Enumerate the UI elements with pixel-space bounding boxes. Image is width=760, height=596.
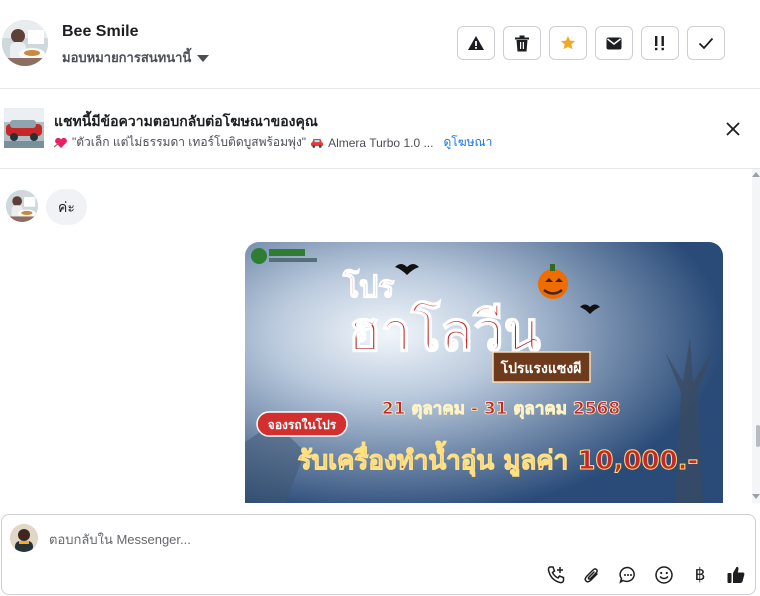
ad-thumbnail[interactable]	[4, 108, 44, 148]
conversation-header: Bee Smile มอบหมายการสนทนานี้	[0, 0, 760, 89]
call-add-icon[interactable]	[544, 563, 568, 587]
priority-icon	[655, 36, 664, 51]
promo-date-range: 21 ตุลาคม - 31 ตุลาคม 2568	[382, 399, 620, 419]
emoji-icon[interactable]	[652, 563, 676, 587]
saved-reply-icon[interactable]	[616, 563, 640, 587]
message-thread[interactable]: ค่ะ โปร ฮาโลวีน โปรแรงแซงผี 21 ตุลาคม - …	[0, 169, 752, 503]
contact-name[interactable]: Bee Smile	[62, 23, 138, 41]
delete-button[interactable]	[503, 26, 541, 60]
ad-reply-title: แชทนี้มีข้อความตอบกลับต่อโฆษณาของคุณ	[54, 113, 318, 129]
header-actions	[457, 26, 725, 60]
warning-icon	[468, 36, 484, 50]
view-ad-link[interactable]: ดูโฆษณา	[443, 133, 492, 152]
report-button[interactable]	[457, 26, 495, 60]
close-icon[interactable]	[724, 120, 742, 138]
promo-image-message[interactable]: โปร ฮาโลวีน โปรแรงแซงผี 21 ตุลาคม - 31 ต…	[245, 242, 723, 503]
promo-badge: โปรแรงแซงผี	[500, 359, 582, 377]
heart-arrow-icon	[54, 137, 67, 148]
like-icon[interactable]	[724, 563, 748, 587]
promo-offer: รับเครื่องทำน้ำอุ่น มูลค่า 10,000.-	[298, 440, 699, 477]
composer-toolbar: ฿	[544, 563, 748, 587]
trash-icon	[515, 35, 529, 51]
contact-avatar[interactable]	[2, 20, 48, 66]
baht-icon[interactable]: ฿	[688, 563, 712, 587]
mark-done-button[interactable]	[687, 26, 725, 60]
assign-conversation-dropdown[interactable]: มอบหมายการสนทนานี้	[62, 47, 210, 68]
scroll-down-arrow-icon[interactable]	[752, 494, 760, 499]
caret-down-icon	[197, 54, 210, 62]
star-button[interactable]	[549, 26, 587, 60]
thread-scrollbar[interactable]	[752, 169, 760, 503]
priority-button[interactable]	[641, 26, 679, 60]
car-icon	[311, 139, 324, 148]
sender-avatar[interactable]	[6, 190, 38, 222]
scrollbar-thumb[interactable]	[756, 425, 760, 447]
ad-reply-text: "ตัวเล็ก แต่ไม่ธรรมดา เทอร์โบติดบูสพร้อม…	[54, 133, 492, 152]
reply-input[interactable]	[49, 529, 649, 549]
scroll-up-arrow-icon[interactable]	[752, 172, 760, 177]
ad-car-text: Almera Turbo 1.0 ...	[328, 135, 434, 150]
promo-tag: จองรถในโปร	[268, 417, 337, 432]
star-icon	[561, 36, 575, 50]
ad-text: "ตัวเล็ก แต่ไม่ธรรมดา เทอร์โบติดบูสพร้อม…	[72, 135, 307, 149]
ad-reply-banner: แชทนี้มีข้อความตอบกลับต่อโฆษณาของคุณ "ตั…	[0, 89, 760, 169]
mail-icon	[606, 37, 622, 49]
page-avatar	[10, 524, 38, 552]
attachment-icon[interactable]	[580, 563, 604, 587]
assign-label: มอบหมายการสนทนานี้	[62, 50, 192, 65]
check-icon	[698, 37, 714, 49]
mark-unread-button[interactable]	[595, 26, 633, 60]
reply-composer: ฿	[1, 514, 756, 595]
incoming-message[interactable]: ค่ะ	[46, 189, 87, 225]
